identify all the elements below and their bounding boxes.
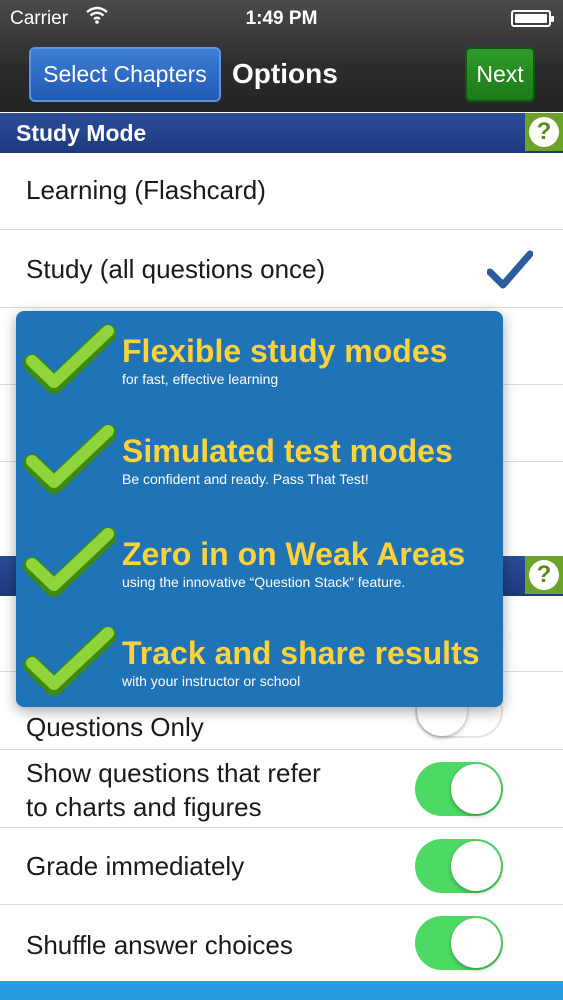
- shuffle-toggle[interactable]: [415, 916, 503, 970]
- feature-title: Track and share results: [122, 635, 480, 671]
- checkmark-icon: [487, 250, 533, 289]
- feature-subtitle: for fast, effective learning: [122, 371, 279, 387]
- page-title: Options: [232, 58, 338, 89]
- setting-label-line1: Show questions that refer: [26, 758, 321, 788]
- feature-title: Simulated test modes: [122, 433, 453, 469]
- feature-subtitle: using the innovative “Question Stack” fe…: [122, 574, 406, 590]
- study-mode-item-study[interactable]: Study (all questions once): [0, 230, 563, 308]
- study-mode-header: Study Mode ?: [0, 113, 563, 153]
- charts-figures-toggle[interactable]: [415, 762, 503, 816]
- study-mode-item-learning[interactable]: Learning (Flashcard): [0, 153, 563, 230]
- study-mode-label: Study (all questions once): [26, 254, 326, 284]
- feature-item: Simulated test modes Be confident and re…: [16, 417, 503, 513]
- bottom-bar: [0, 981, 563, 1000]
- feature-subtitle: Be confident and ready. Pass That Test!: [122, 471, 369, 487]
- promo-overlay[interactable]: Flexible study modes for fast, effective…: [16, 311, 503, 707]
- section-title: Study Mode: [16, 120, 147, 146]
- feature-item: Flexible study modes for fast, effective…: [16, 317, 503, 413]
- green-checkmark-icon: [24, 528, 116, 597]
- green-checkmark-icon: [24, 325, 116, 394]
- study-mode-label: Learning (Flashcard): [26, 175, 266, 205]
- feature-item: Track and share results with your instru…: [16, 619, 503, 715]
- feature-subtitle: with your instructor or school: [122, 673, 301, 689]
- select-chapters-button[interactable]: Select Chapters: [29, 47, 221, 102]
- toggle-knob: [451, 918, 501, 968]
- next-button[interactable]: Next: [465, 47, 535, 102]
- toggle-knob: [451, 764, 501, 814]
- help-icon[interactable]: ?: [525, 113, 563, 151]
- grade-immediately-toggle[interactable]: [415, 839, 503, 893]
- setting-label-line2: to charts and figures: [26, 792, 262, 822]
- green-checkmark-icon: [24, 425, 116, 494]
- setting-row-shuffle[interactable]: Shuffle answer choices: [0, 905, 563, 981]
- setting-label: Shuffle answer choices: [26, 930, 293, 960]
- help-icon[interactable]: ?: [525, 556, 563, 594]
- toggle-knob: [451, 841, 501, 891]
- feature-title: Zero in on Weak Areas: [122, 536, 466, 572]
- setting-label: Grade immediately: [26, 851, 245, 881]
- green-checkmark-icon: [24, 627, 116, 696]
- feature-title: Flexible study modes: [122, 333, 448, 369]
- setting-row-grade-immediately[interactable]: Grade immediately: [0, 828, 563, 905]
- battery-icon: [511, 10, 554, 27]
- header: Carrier 1:49 PM Select Chapters Options …: [0, 0, 563, 112]
- setting-row-charts-figures[interactable]: Show questions that refer to charts and …: [0, 750, 563, 828]
- clock: 1:49 PM: [245, 8, 318, 29]
- feature-item: Zero in on Weak Areas using the innovati…: [16, 520, 503, 616]
- status-bar: Carrier 1:49 PM: [0, 0, 563, 38]
- battery-fill: [515, 14, 547, 23]
- setting-label: Questions Only: [26, 712, 204, 742]
